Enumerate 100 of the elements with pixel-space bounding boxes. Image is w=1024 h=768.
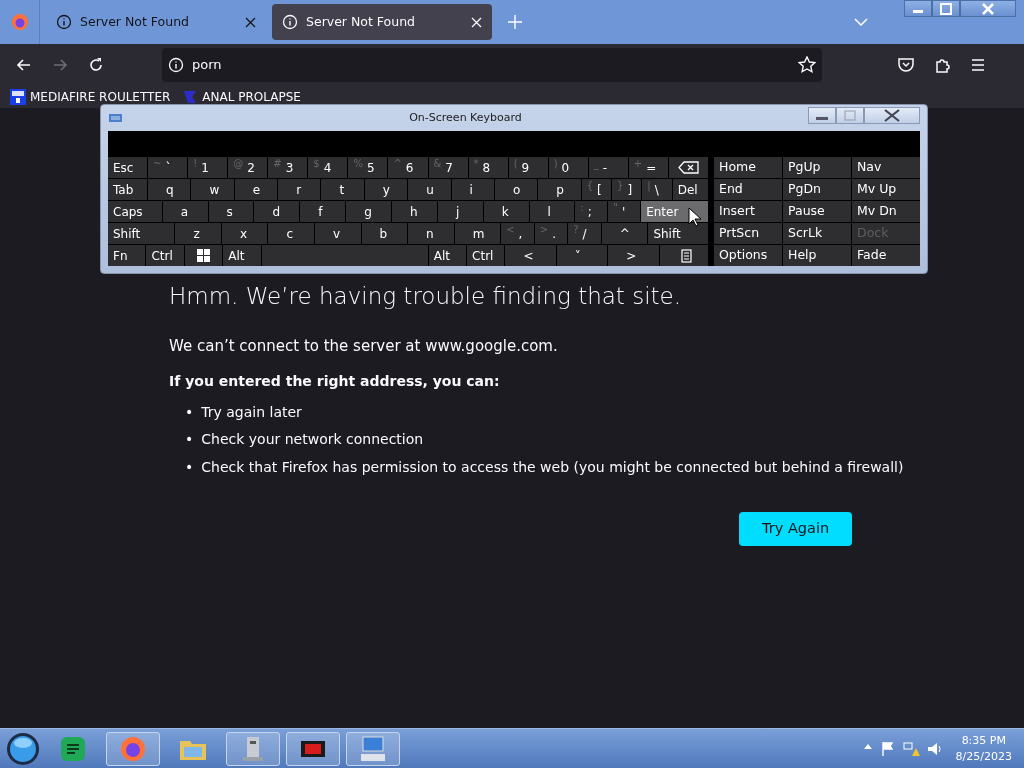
menu-key-icon[interactable] [681,248,692,263]
keyboard-key[interactable]: e [234,179,278,200]
keyboard-key[interactable]: Caps [108,201,162,222]
keyboard-key[interactable]: ( 9 [508,157,548,178]
keyboard-key[interactable]: Ctrl [467,245,505,266]
browser-tab[interactable]: Server Not Found [272,4,492,40]
keyboard-key[interactable]: ^ [601,223,648,244]
keyboard-key[interactable]: & 7 [428,157,468,178]
pocket-icon[interactable] [897,56,915,74]
reload-icon[interactable] [87,56,105,74]
keyboard-key[interactable]: Shift [648,223,708,244]
keyboard-key[interactable]: PrtScn [714,223,782,244]
keyboard-key[interactable]: > . [534,223,568,244]
keyboard-key[interactable]: < , [501,223,534,244]
keyboard-key[interactable]: | \ [642,179,672,200]
keyboard-key[interactable]: } ] [612,179,642,200]
keyboard-key[interactable]: v [315,223,361,244]
keyboard-key[interactable]: ! 1 [188,157,228,178]
keyboard-key[interactable]: Enter [641,201,708,222]
keyboard-key[interactable]: a [162,201,208,222]
keyboard-key[interactable]: j [437,201,483,222]
keyboard-key[interactable]: Del [672,179,708,200]
keyboard-key[interactable]: m [454,223,501,244]
keyboard-key[interactable]: Ctrl [146,245,184,266]
browser-tab[interactable]: Server Not Found [46,4,266,40]
keyboard-key[interactable]: Pause [783,201,851,222]
keyboard-key[interactable]: Home [714,157,782,178]
keyboard-key[interactable]: f [300,201,346,222]
keyboard-key[interactable]: " ' [608,201,641,222]
keyboard-key[interactable]: l [529,201,575,222]
keyboard-key[interactable]: End [714,179,782,200]
start-button-icon[interactable] [6,731,40,766]
keyboard-key[interactable]: z [175,223,221,244]
keyboard-key[interactable]: h [392,201,437,222]
keyboard-key[interactable]: Fn [108,245,146,266]
keyboard-key[interactable]: < [505,245,556,266]
keyboard-key[interactable]: b [361,223,408,244]
keyboard-key[interactable]: $ 4 [308,157,348,178]
keyboard-key[interactable]: Mv Dn [852,201,920,222]
keyboard-key[interactable]: Tab [108,179,148,200]
keyboard-key[interactable]: % 5 [348,157,388,178]
keyboard-key[interactable]: x [221,223,268,244]
keyboard-key[interactable]: PgUp [783,157,851,178]
keyboard-key[interactable]: Mv Up [852,179,920,200]
menu-icon[interactable] [969,56,987,74]
address-bar[interactable]: porn [162,48,822,82]
close-icon[interactable] [245,16,256,28]
keyboard-key[interactable]: w [191,179,234,200]
keyboard-key[interactable]: Nav [852,157,920,178]
keyboard-key[interactable]: Insert [714,201,782,222]
keyboard-key[interactable]: # 3 [268,157,308,178]
try-again-button[interactable]: Try Again [739,512,853,546]
info-icon [56,14,72,30]
keyboard-key[interactable]: { [ [581,179,611,200]
windows-key-icon[interactable] [196,249,210,262]
star-icon[interactable] [798,56,816,74]
taskbar-clock[interactable]: 8:35 PM 8/25/2023 [955,733,1012,764]
keyboard-key[interactable]: Fade [852,245,920,266]
keyboard-key[interactable]: d [254,201,300,222]
keyboard-key[interactable]: g [346,201,391,222]
keyboard-key[interactable]: y [364,179,408,200]
keyboard-key[interactable]: r [278,179,321,200]
tab-list-icon[interactable] [854,18,868,26]
keyboard-key[interactable]: n [408,223,454,244]
suggestion-item: Check your network connection [201,430,424,450]
info-icon[interactable] [168,57,184,73]
keyboard-key[interactable]: Esc [108,157,148,178]
keyboard-key[interactable]: ? / [568,223,601,244]
keyboard-key[interactable]: + = [628,157,668,178]
keyboard-key[interactable]: Shift [108,223,175,244]
keyboard-key[interactable]: > [608,245,659,266]
keyboard-key[interactable]: Help [783,245,851,266]
keyboard-key[interactable]: t [321,179,364,200]
keyboard-key[interactable]: s [208,201,254,222]
backspace-key-icon[interactable] [677,161,699,174]
keyboard-key[interactable]: ^ 6 [388,157,428,178]
keyboard-key[interactable]: c [268,223,314,244]
keyboard-key[interactable]: : ; [575,201,608,222]
bookmark-link[interactable]: ANAL PROLAPSE [182,88,301,106]
keyboard-key[interactable]: Alt [223,245,261,266]
suggestion-item: Check that Firefox has permission to access the web (you might be connected but behind a firewall) [201,457,904,477]
keyboard-key[interactable]: p [538,179,581,200]
puzzle-icon[interactable] [933,56,951,74]
flag-icon[interactable] [879,739,896,758]
window-title: On-Screen Keyboard [408,109,523,126]
keyboard-key[interactable]: ~ ` [148,157,188,178]
keyboard-key[interactable]: ScrLk [783,223,851,244]
keyboard-key[interactable]: @ 2 [228,157,268,178]
keyboard-key[interactable]: o [494,179,538,200]
keyboard-key[interactable]: i [451,179,494,200]
keyboard-key[interactable]: PgDn [783,179,851,200]
keyboard-key[interactable]: k [483,201,529,222]
keyboard-key[interactable]: * 8 [468,157,508,178]
keyboard-key[interactable]: _ - [588,157,628,178]
keyboard-key[interactable]: Alt [428,245,467,266]
keyboard-key[interactable]: q [148,179,191,200]
keyboard-key[interactable]: Options [714,245,782,266]
keyboard-key[interactable]: ) 0 [548,157,588,178]
keyboard-key[interactable]: ˅ [556,245,608,266]
keyboard-key[interactable]: u [408,179,451,200]
